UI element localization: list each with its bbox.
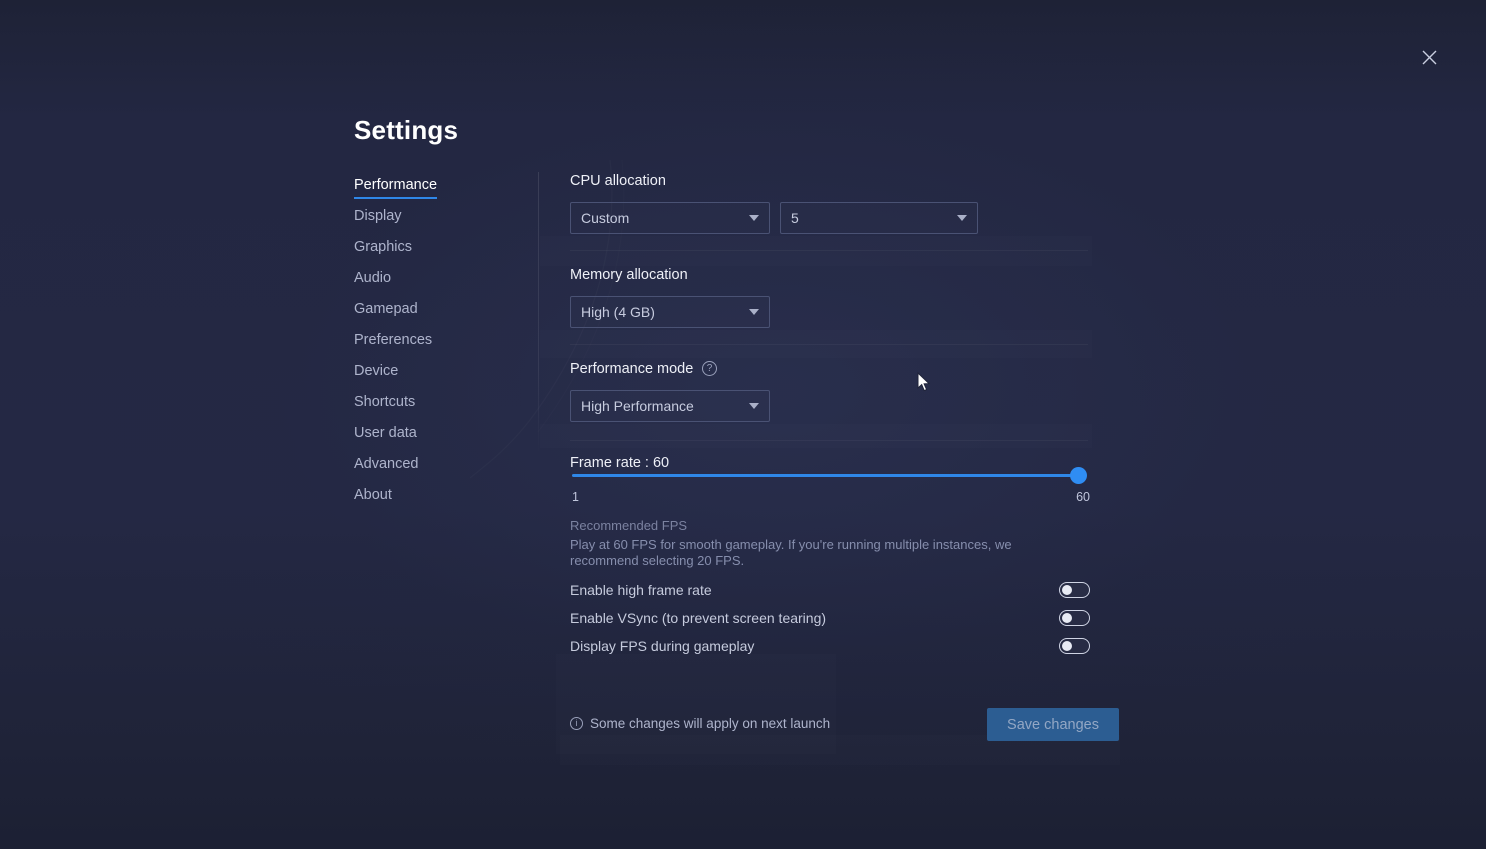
chevron-down-icon [749,403,759,409]
sidebar-item-user-data[interactable]: User data [354,426,417,445]
recommended-fps-body: Play at 60 FPS for smooth gameplay. If y… [570,537,1012,568]
background-wash [556,654,836,754]
toggle-vsync[interactable] [1059,610,1090,626]
background-wash [540,236,1092,266]
sidebar-item-audio[interactable]: Audio [354,271,391,290]
cpu-mode-select[interactable]: Custom [570,202,770,234]
background-wash [540,424,1092,448]
chevron-down-icon [749,215,759,221]
performance-mode-label: Performance mode [570,361,694,377]
question-mark-icon[interactable]: ? [702,361,717,376]
close-button[interactable] [1414,42,1444,72]
footer-note-text: Some changes will apply on next launch [590,716,831,731]
slider-track[interactable] [572,474,1080,477]
mouse-cursor-icon [917,372,931,392]
info-icon: i [570,717,583,730]
footer-note: i Some changes will apply on next launch [570,716,830,731]
page-title: Settings [354,115,459,145]
sidebar-divider [538,172,539,454]
cpu-cores-value: 5 [791,210,799,226]
section-divider [570,250,1088,251]
section-divider [570,440,1088,441]
cpu-allocation-label: CPU allocation [570,173,666,189]
cpu-mode-value: Custom [581,210,630,226]
background-wash [540,330,1092,358]
slider-min-label: 1 [572,490,579,504]
frame-rate-label: Frame rate : 60 [570,455,670,471]
close-icon [1422,50,1436,64]
performance-mode-value: High Performance [581,398,694,414]
toggle-label: Display FPS during gameplay [570,638,755,654]
cpu-cores-select[interactable]: 5 [780,202,978,234]
chevron-down-icon [957,215,967,221]
sidebar-item-advanced[interactable]: Advanced [354,457,419,476]
sidebar-item-graphics[interactable]: Graphics [354,240,412,259]
section-divider [570,344,1088,345]
slider-thumb[interactable] [1070,467,1087,484]
toggle-high-frame-rate[interactable] [1059,582,1090,598]
memory-allocation-label: Memory allocation [570,267,688,283]
sidebar-item-device[interactable]: Device [354,364,398,383]
toggle-row-display-fps: Display FPS during gameplay [570,636,1090,656]
toggle-display-fps[interactable] [1059,638,1090,654]
toggle-label: Enable VSync (to prevent screen tearing) [570,610,827,626]
sidebar-item-gamepad[interactable]: Gamepad [354,302,418,321]
toggle-row-high-frame-rate: Enable high frame rate [570,580,1090,600]
memory-allocation-select[interactable]: High (4 GB) [570,296,770,328]
slider-max-label: 60 [1076,490,1090,504]
toggle-knob [1062,613,1072,623]
sidebar-item-about[interactable]: About [354,488,392,507]
memory-allocation-value: High (4 GB) [581,304,655,320]
chevron-down-icon [749,309,759,315]
sidebar-item-display[interactable]: Display [354,209,402,228]
sidebar-item-preferences[interactable]: Preferences [354,333,432,352]
settings-window: Settings Performance Display Graphics Au… [0,0,1486,849]
performance-mode-select[interactable]: High Performance [570,390,770,422]
save-changes-button[interactable]: Save changes [987,708,1119,741]
toggle-row-vsync: Enable VSync (to prevent screen tearing) [570,608,1090,628]
toggle-knob [1062,585,1072,595]
toggle-knob [1062,641,1072,651]
sidebar-item-shortcuts[interactable]: Shortcuts [354,395,415,414]
settings-nav: Performance Display Graphics Audio Gamep… [354,176,514,517]
toggle-label: Enable high frame rate [570,582,712,598]
recommended-fps-title: Recommended FPS [570,518,688,533]
sidebar-item-performance[interactable]: Performance [354,178,438,199]
